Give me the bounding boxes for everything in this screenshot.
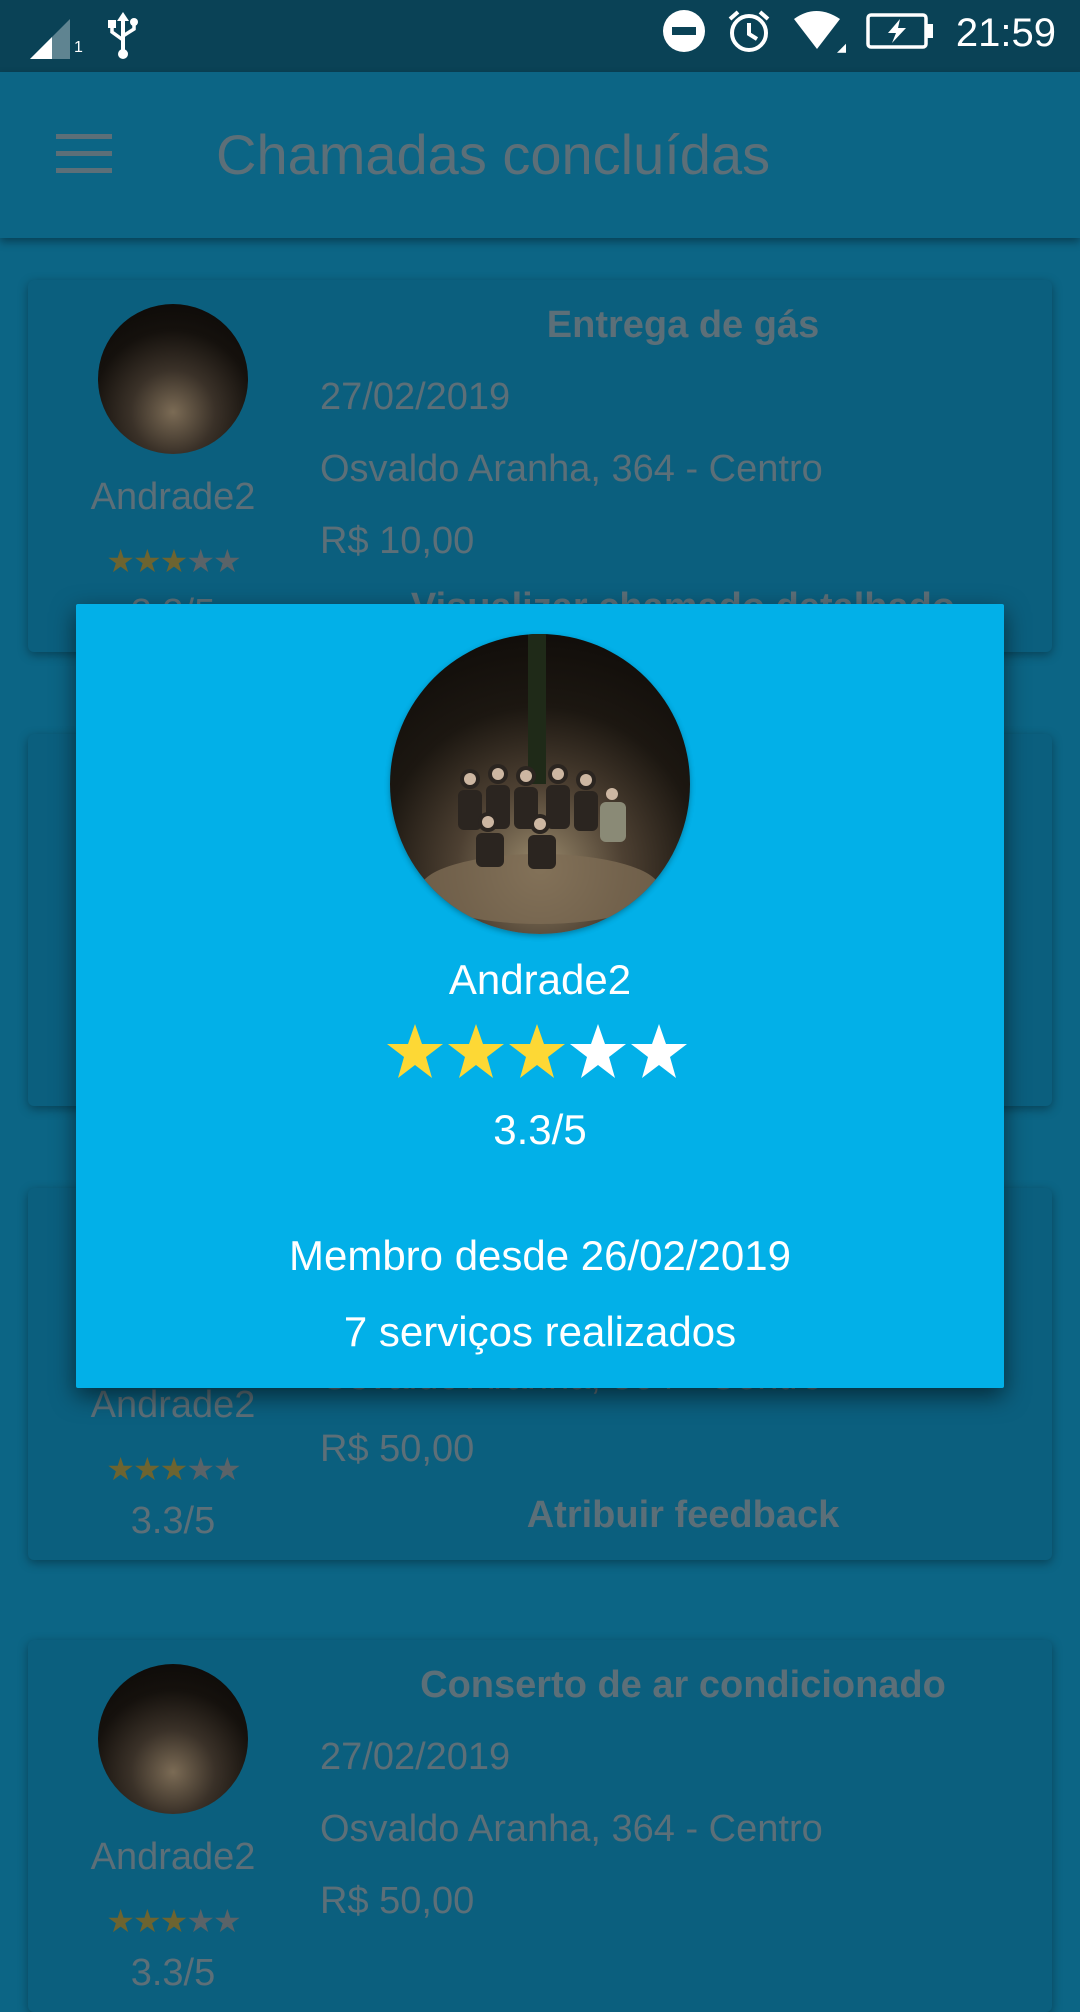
card-address: Osvaldo Aranha, 364 - Centro (320, 448, 823, 490)
card-service-title: Conserto de ar condicionado (420, 1664, 946, 1706)
star-filled-icon: ★ (132, 543, 162, 579)
member-since-text: Membro desde 26/02/2019 (288, 1232, 791, 1279)
card-user-name: Andrade2 (90, 1384, 256, 1426)
call-card[interactable]: Andrade2 ★★★★★ 3.3/5 Entrega de gás 27/0… (28, 280, 1052, 652)
give-feedback-button[interactable]: Atribuir feedback (318, 1494, 1048, 1537)
profile-rating-stars (76, 1020, 1004, 1089)
card-service-title: Entrega de gás (546, 304, 820, 346)
star-empty-icon: ★ (186, 1451, 215, 1487)
star-filled-icon: ★ (159, 1903, 189, 1939)
call-card[interactable]: Andrade2 ★★★★★ 3.3/5 Conserto de ar cond… (28, 1640, 1052, 2012)
star-empty-icon: ★ (213, 1903, 242, 1939)
card-rating-score: 3.3/5 (130, 1500, 216, 1542)
services-count-text: 7 serviços realizados (343, 1308, 737, 1355)
star-filled-icon (509, 1024, 565, 1078)
star-filled-icon: ★ (106, 1903, 135, 1939)
star-filled-icon: ★ (132, 1903, 162, 1939)
profile-user-name: Andrade2 (448, 956, 632, 1003)
star-filled-icon: ★ (159, 543, 189, 579)
card-rating-stars: ★★★★★ (28, 1450, 318, 1488)
user-profile-dialog[interactable]: Andrade2 3.3/5 Membro desde 26/02/2019 7… (76, 604, 1004, 1388)
card-date: 27/02/2019 (320, 1736, 511, 1778)
star-empty-icon (570, 1024, 626, 1078)
profile-rating-score: 3.3/5 (493, 1106, 587, 1153)
group-photo (420, 634, 660, 924)
star-filled-icon (448, 1024, 504, 1078)
card-rating-stars: ★★★★★ (28, 542, 318, 580)
card-price: R$ 50,00 (320, 1428, 475, 1470)
profile-avatar (390, 634, 690, 934)
card-user-name: Andrade2 (90, 1836, 256, 1878)
star-filled-icon: ★ (132, 1451, 162, 1487)
star-empty-icon: ★ (186, 543, 215, 579)
card-address: Osvaldo Aranha, 364 - Centro (320, 1808, 823, 1850)
card-rating-stars: ★★★★★ (28, 1902, 318, 1940)
star-filled-icon (387, 1024, 443, 1078)
card-price: R$ 50,00 (320, 1880, 475, 1922)
star-filled-icon: ★ (106, 543, 135, 579)
star-empty-icon (631, 1024, 687, 1078)
card-user-name: Andrade2 (90, 476, 256, 518)
avatar (98, 1664, 248, 1814)
card-date: 27/02/2019 (320, 376, 511, 418)
star-empty-icon: ★ (213, 543, 242, 579)
card-price: R$ 10,00 (320, 520, 475, 562)
star-empty-icon: ★ (213, 1451, 242, 1487)
card-rating-score: 3.3/5 (130, 1952, 216, 1994)
avatar (98, 304, 248, 454)
star-empty-icon: ★ (186, 1903, 215, 1939)
star-filled-icon: ★ (159, 1451, 189, 1487)
star-filled-icon: ★ (106, 1451, 135, 1487)
